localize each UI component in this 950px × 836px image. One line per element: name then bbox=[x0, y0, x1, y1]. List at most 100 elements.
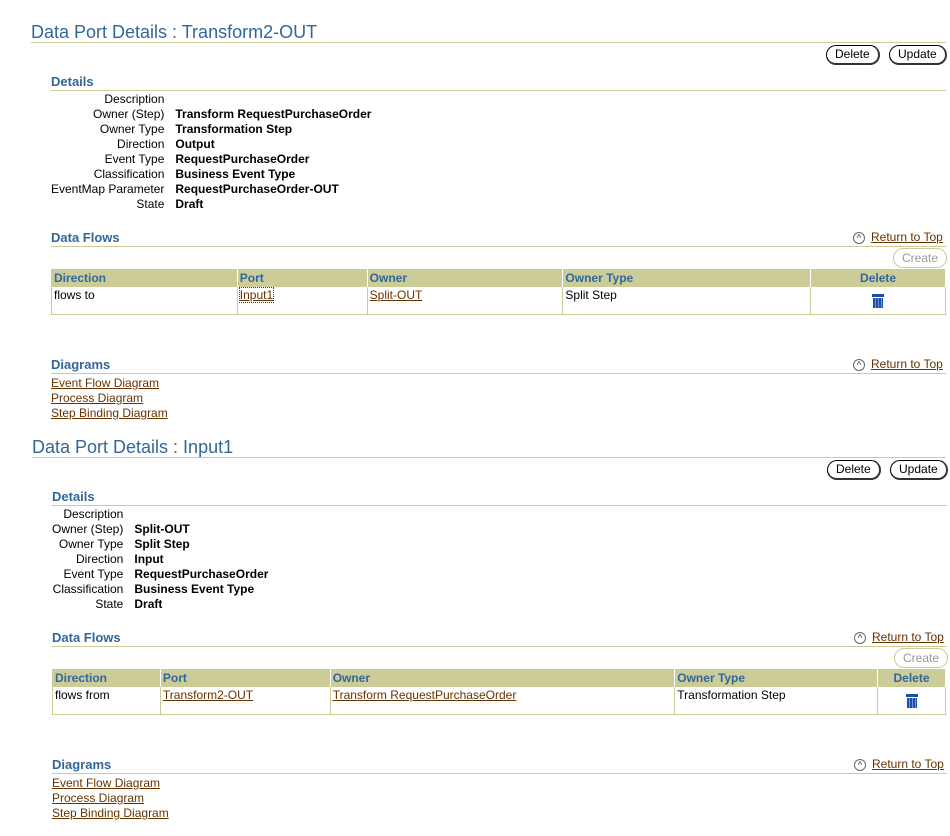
table-row: flows from Transform2-OUT Transform Requ… bbox=[52, 686, 946, 715]
table-row: flows to Input1 Split-OUT Split Step bbox=[51, 286, 946, 315]
detail-value: Split Step bbox=[134, 537, 190, 551]
column-header-direction: Direction bbox=[51, 269, 238, 287]
detail-label: State bbox=[136, 197, 165, 211]
detail-label: Direction bbox=[76, 552, 124, 566]
chevron-up-icon[interactable]: ^ bbox=[854, 631, 866, 644]
port-link[interactable]: Transform2-OUT bbox=[163, 688, 253, 702]
column-header-port: Port bbox=[160, 669, 331, 687]
return-to-top: ^ Return to Top bbox=[853, 357, 943, 371]
diagrams-divider bbox=[51, 373, 946, 374]
owner-link[interactable]: Split-OUT bbox=[370, 288, 423, 302]
detail-label: Description bbox=[104, 92, 165, 106]
data-flows-table: Direction Port Owner Owner Type Delete f… bbox=[51, 269, 946, 315]
details-divider bbox=[52, 505, 947, 506]
detail-label: Event Type bbox=[63, 567, 124, 581]
detail-row-direction: Direction Input bbox=[52, 552, 268, 567]
column-header-delete: Delete bbox=[810, 269, 946, 287]
page-title: Data Port Details : Transform2-OUT bbox=[31, 22, 318, 42]
column-header-owner-type: Owner Type bbox=[674, 669, 879, 687]
create-button[interactable]: Create bbox=[893, 248, 948, 268]
step-binding-diagram-link[interactable]: Step Binding Diagram bbox=[51, 406, 168, 420]
detail-row-owner-step: Owner (Step) Transform RequestPurchaseOrd… bbox=[51, 107, 371, 122]
data-flows-heading: Data Flows bbox=[51, 230, 120, 245]
detail-value: Transformation Step bbox=[175, 122, 293, 136]
detail-label: Direction bbox=[117, 137, 165, 151]
detail-value: RequestPurchaseOrder-OUT bbox=[175, 182, 339, 196]
return-to-top-link[interactable]: Return to Top bbox=[871, 357, 943, 371]
return-to-top: ^ Return to Top bbox=[854, 757, 944, 771]
event-flow-diagram-link[interactable]: Event Flow Diagram bbox=[51, 376, 159, 390]
detail-label: Classification bbox=[52, 582, 124, 596]
details-table: Description Owner (Step) Transform Reques… bbox=[51, 92, 371, 212]
details-heading: Details bbox=[51, 74, 94, 89]
detail-label: State bbox=[95, 597, 124, 611]
column-header-port: Port bbox=[237, 269, 368, 287]
detail-value: RequestPurchaseOrder bbox=[175, 152, 310, 166]
trash-icon[interactable] bbox=[905, 693, 918, 708]
process-diagram-link[interactable]: Process Diagram bbox=[51, 391, 143, 405]
return-to-top-link[interactable]: Return to Top bbox=[872, 757, 944, 771]
column-header-owner: Owner bbox=[330, 669, 676, 687]
detail-value: Transform RequestPurchaseOrder bbox=[175, 107, 372, 121]
trash-icon[interactable] bbox=[872, 293, 885, 308]
table-header-row: Direction Port Owner Owner Type Delete bbox=[52, 669, 946, 687]
detail-value: Business Event Type bbox=[175, 167, 296, 181]
event-flow-diagram-link[interactable]: Event Flow Diagram bbox=[52, 776, 160, 790]
detail-row-state: State Draft bbox=[51, 197, 371, 212]
detail-value bbox=[134, 507, 268, 522]
cell-port: Input1 bbox=[237, 286, 368, 315]
diagrams-heading: Diagrams bbox=[52, 757, 112, 772]
step-binding-diagram-link[interactable]: Step Binding Diagram bbox=[52, 806, 169, 820]
column-header-owner-type: Owner Type bbox=[562, 269, 812, 287]
cell-direction: flows from bbox=[52, 686, 161, 715]
detail-value: RequestPurchaseOrder bbox=[134, 567, 269, 581]
data-flows-divider bbox=[51, 246, 946, 247]
data-flows-heading: Data Flows bbox=[52, 630, 121, 645]
return-to-top: ^ Return to Top bbox=[854, 630, 944, 644]
create-button[interactable]: Create bbox=[894, 648, 949, 668]
detail-label: EventMap Parameter bbox=[51, 182, 165, 196]
cell-owner-type: Transformation Step bbox=[674, 686, 879, 715]
details-divider bbox=[51, 90, 946, 91]
cell-delete bbox=[810, 286, 946, 315]
chevron-up-icon[interactable]: ^ bbox=[854, 758, 866, 771]
delete-button[interactable]: Delete bbox=[826, 45, 880, 65]
cell-owner: Transform RequestPurchaseOrder bbox=[330, 686, 676, 715]
details-heading: Details bbox=[52, 489, 95, 504]
detail-row-event-type: Event Type RequestPurchaseOrder bbox=[52, 567, 269, 582]
update-button[interactable]: Update bbox=[890, 460, 948, 480]
diagram-links: Event Flow Diagram Process Diagram Step … bbox=[51, 376, 168, 421]
detail-row-eventmap-parameter: EventMap Parameter RequestPurchaseOrder-O… bbox=[51, 182, 371, 197]
column-header-delete: Delete bbox=[877, 669, 946, 687]
diagram-links: Event Flow Diagram Process Diagram Step … bbox=[52, 776, 169, 821]
detail-label: Classification bbox=[93, 167, 165, 181]
port-link[interactable]: Input1 bbox=[238, 287, 275, 303]
detail-value: Input bbox=[134, 552, 164, 566]
process-diagram-link[interactable]: Process Diagram bbox=[52, 791, 144, 805]
cell-owner: Split-OUT bbox=[367, 286, 564, 315]
chevron-up-icon[interactable]: ^ bbox=[853, 358, 865, 371]
detail-label: Owner Type bbox=[99, 122, 165, 136]
detail-label: Event Type bbox=[104, 152, 165, 166]
chevron-up-icon[interactable]: ^ bbox=[853, 231, 865, 244]
return-to-top-link[interactable]: Return to Top bbox=[871, 230, 943, 244]
cell-direction: flows to bbox=[51, 286, 238, 315]
return-to-top-link[interactable]: Return to Top bbox=[872, 630, 944, 644]
detail-row-owner-type: Owner Type Transformation Step bbox=[51, 122, 371, 137]
cell-delete bbox=[877, 686, 946, 715]
update-button[interactable]: Update bbox=[889, 45, 947, 65]
detail-row-direction: Direction Output bbox=[51, 137, 371, 152]
data-flows-divider bbox=[52, 646, 947, 647]
return-to-top: ^ Return to Top bbox=[853, 230, 943, 244]
diagrams-divider bbox=[52, 773, 947, 774]
delete-button[interactable]: Delete bbox=[827, 460, 881, 480]
data-flows-table: Direction Port Owner Owner Type Delete f… bbox=[52, 669, 946, 715]
diagrams-heading: Diagrams bbox=[51, 357, 111, 372]
owner-link[interactable]: Transform RequestPurchaseOrder bbox=[333, 688, 517, 702]
column-header-direction: Direction bbox=[52, 669, 161, 687]
detail-label: Owner (Step) bbox=[93, 107, 165, 121]
detail-row-event-type: Event Type RequestPurchaseOrder bbox=[51, 152, 371, 167]
detail-row-classification: Classification Business Event Type bbox=[51, 167, 371, 182]
detail-label: Owner (Step) bbox=[52, 522, 124, 536]
detail-value: Output bbox=[175, 137, 215, 151]
